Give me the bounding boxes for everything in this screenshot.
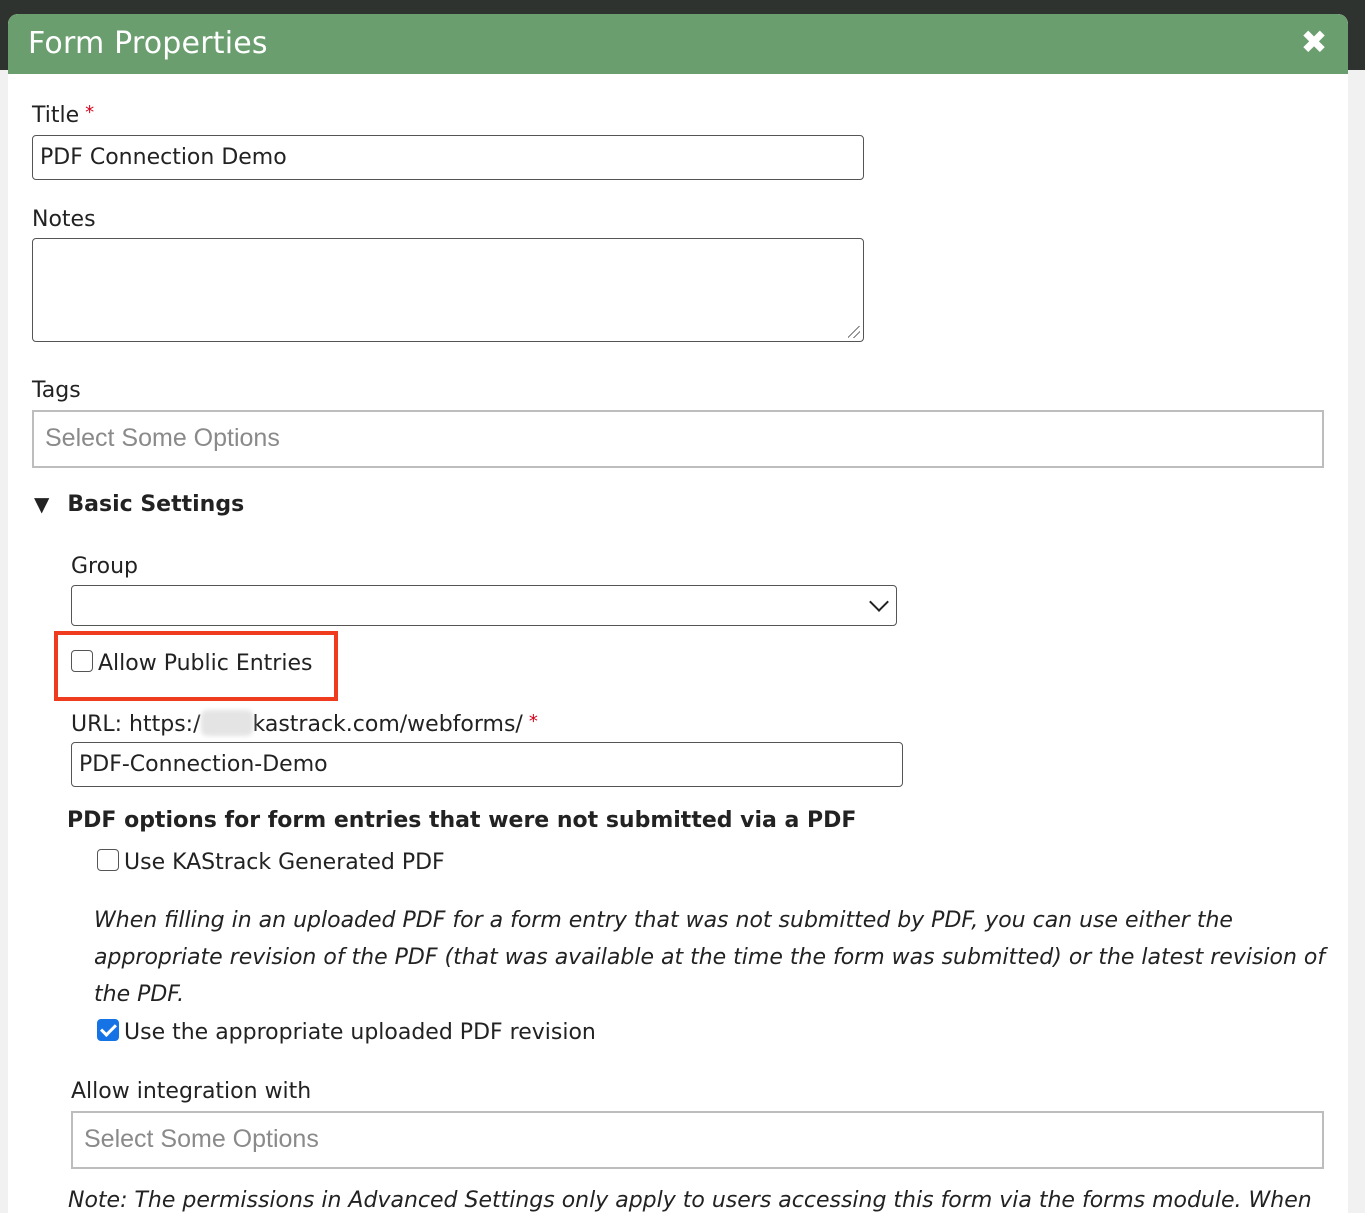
use-generated-pdf-checkbox[interactable]: Use KAStrack Generated PDF	[97, 849, 445, 875]
pdf-options-heading: PDF options for form entries that were n…	[67, 808, 857, 833]
notes-textarea[interactable]	[32, 238, 864, 342]
chevron-down-icon	[869, 592, 889, 612]
integration-multiselect[interactable]: Select Some Options	[71, 1111, 1324, 1169]
use-pdf-revision-label: Use the appropriate uploaded PDF revisio…	[124, 1020, 596, 1045]
group-select[interactable]	[71, 585, 897, 626]
use-generated-pdf-label: Use KAStrack Generated PDF	[124, 850, 445, 875]
tags-label: Tags	[32, 378, 81, 403]
title-label: Title *	[32, 102, 95, 128]
url-suffix: kastrack.com/webforms/	[252, 712, 523, 737]
use-pdf-revision-checkbox[interactable]: Use the appropriate uploaded PDF revisio…	[97, 1019, 596, 1045]
redacted-subdomain	[200, 710, 253, 736]
title-input[interactable]	[32, 135, 864, 180]
group-label: Group	[71, 554, 138, 579]
triangle-down-icon: ▼	[34, 492, 50, 516]
basic-settings-label: Basic Settings	[67, 492, 245, 517]
allow-public-entries-box[interactable]	[71, 650, 93, 672]
form-properties-dialog: Form Properties ✖ Title* Notes Tags Sele…	[8, 14, 1348, 1213]
close-icon[interactable]: ✖	[1298, 26, 1330, 58]
required-asterisk: *	[85, 102, 95, 123]
url-prefix: URL: https:/	[71, 712, 201, 737]
dialog-header: Form Properties ✖	[8, 14, 1348, 74]
advanced-settings-note: Note: The permissions in Advanced Settin…	[68, 1188, 1312, 1213]
notes-label: Notes	[32, 207, 96, 232]
dialog-title: Form Properties	[28, 26, 268, 61]
url-required-asterisk: *	[528, 711, 538, 732]
integration-label: Allow integration with	[71, 1079, 312, 1104]
url-slug-input[interactable]	[71, 742, 903, 787]
basic-settings-toggle[interactable]: ▼ Basic Settings	[34, 492, 244, 517]
backdrop-left-edge	[0, 70, 8, 1213]
use-generated-pdf-box[interactable]	[97, 849, 119, 871]
tags-multiselect[interactable]: Select Some Options	[32, 410, 1324, 468]
url-label: URL: https:/ kastrack.com/webforms/*	[71, 710, 538, 737]
title-label-text: Title	[32, 103, 80, 128]
resize-handle-icon[interactable]	[848, 326, 860, 338]
use-pdf-revision-box[interactable]	[97, 1019, 119, 1041]
pdf-revision-hint: When filling in an uploaded PDF for a fo…	[94, 908, 1326, 1007]
allow-public-entries-label: Allow Public Entries	[98, 651, 313, 676]
allow-public-entries-checkbox[interactable]: Allow Public Entries	[71, 650, 312, 676]
backdrop-right-edge	[1348, 70, 1365, 1213]
